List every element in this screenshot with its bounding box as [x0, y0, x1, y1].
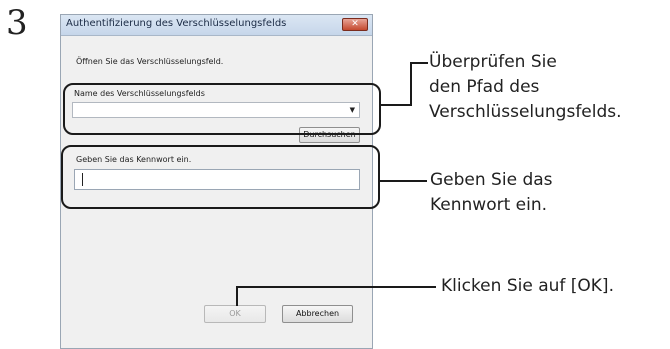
password-callout-line1: Geben Sie das — [430, 170, 553, 190]
path-callout-line-v — [410, 62, 412, 106]
path-callout-line-h — [381, 104, 412, 106]
password-callout-line2: Kennwort ein. — [430, 195, 548, 215]
close-icon: ✕ — [351, 19, 359, 29]
dialog-title: Authentifizierung des Verschlüsselungsfe… — [66, 18, 287, 29]
instruction-text: Öffnen Sie das Verschlüsselungsfeld. — [76, 57, 224, 66]
path-callout-line1: Überprüfen Sie — [429, 52, 557, 72]
password-callout-line — [380, 180, 427, 182]
ok-callout-line-v — [236, 286, 238, 306]
path-callout-line3: Verschlüsselungsfelds. — [429, 102, 622, 122]
password-callout-text: Geben Sie das Kennwort ein. — [430, 168, 553, 218]
ok-callout-text: Klicken Sie auf [OK]. — [441, 276, 614, 296]
ok-callout-line-h — [236, 286, 436, 288]
dialog-titlebar: Authentifizierung des Verschlüsselungsfe… — [61, 15, 372, 36]
path-callout-line-top — [410, 62, 428, 64]
close-button[interactable]: ✕ — [342, 18, 368, 31]
path-highlight — [63, 83, 381, 135]
path-callout-line2: den Pfad des — [429, 77, 540, 97]
step-number: 3 — [6, 3, 28, 43]
path-callout-text: Überprüfen Sie den Pfad des Verschlüssel… — [429, 50, 622, 125]
password-highlight — [61, 145, 380, 209]
ok-button[interactable]: OK — [204, 305, 266, 323]
cancel-button[interactable]: Abbrechen — [282, 305, 353, 323]
